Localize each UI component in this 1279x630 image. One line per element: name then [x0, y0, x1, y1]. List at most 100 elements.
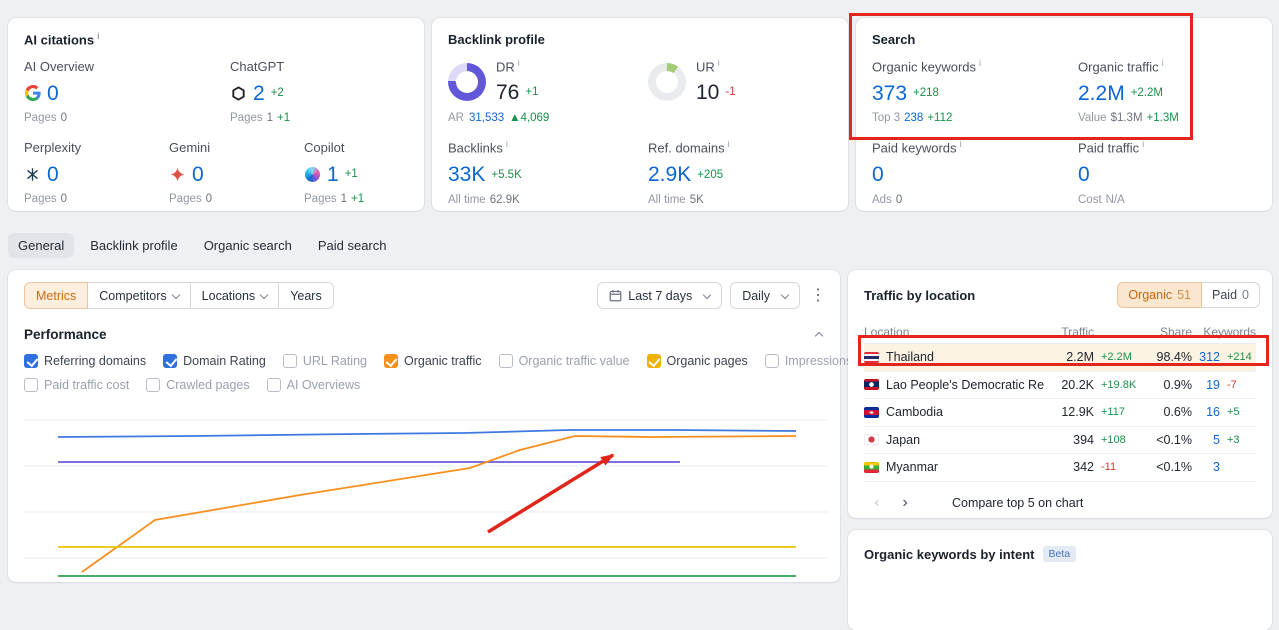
ai-citations-card: AI citations AI Overview 0 Pages0 ChatGP… — [8, 18, 424, 211]
table-row-laos[interactable]: Lao People's Democratic Reput 20.2K +19.… — [864, 372, 1256, 399]
ref-domains-value[interactable]: 2.9K — [648, 163, 691, 186]
keywords-value[interactable]: 5 — [1192, 433, 1220, 447]
table-row-myanmar[interactable]: Myanmar 342 -11 <0.1% 3 — [864, 454, 1256, 482]
performance-metric[interactable]: Referring domains — [24, 354, 146, 368]
perplexity-count[interactable]: 0 — [47, 163, 59, 186]
organic-traffic-value[interactable]: 2.2M — [1078, 82, 1125, 105]
paid-traffic-value[interactable]: 0 — [1078, 163, 1090, 186]
info-icon[interactable] — [506, 140, 508, 149]
stat-paid-keywords: Paid keywords 0 Ads0 — [872, 140, 1078, 206]
info-icon[interactable] — [728, 140, 730, 149]
compare-top5-link[interactable]: Compare top 5 on chart — [952, 496, 1083, 510]
keywords-value[interactable]: 312 — [1192, 350, 1220, 364]
info-icon[interactable] — [979, 59, 981, 68]
annotation-arrow-icon — [487, 453, 615, 534]
change-badge: +1 — [525, 86, 539, 99]
ai-overview-count[interactable]: 0 — [47, 82, 59, 105]
ur-value[interactable]: 10 — [696, 81, 719, 104]
metric-label: Domain Rating — [183, 354, 266, 368]
traffic-value: 20.2K — [1061, 377, 1094, 392]
chatgpt-count[interactable]: 2 — [253, 82, 265, 105]
years-button[interactable]: Years — [278, 282, 334, 309]
metric-label: Referring domains — [44, 354, 147, 368]
keywords-value[interactable]: 19 — [1192, 378, 1220, 392]
backlinks-value[interactable]: 33K — [448, 163, 485, 186]
prev-page-icon[interactable]: ‹ — [864, 491, 890, 515]
organic-paid-toggle: Organic 51 Paid 0 — [1117, 282, 1260, 308]
performance-metric[interactable]: Paid traffic cost — [24, 378, 129, 392]
stat-label: Copilot — [304, 140, 345, 156]
backlink-profile-card: Backlink profile DR 76 +1 AR 31,533 ▲4,0… — [432, 18, 848, 211]
performance-metric[interactable]: Impressions — [764, 354, 852, 368]
change-badge: +2.2M — [1130, 87, 1163, 100]
info-icon[interactable] — [97, 32, 100, 41]
date-range-dropdown[interactable]: Last 7 days — [597, 282, 723, 309]
checkbox-icon — [266, 378, 281, 392]
stat-label: Backlinks — [448, 140, 648, 156]
tab-organic-search[interactable]: Organic search — [194, 233, 302, 258]
organic-keywords-value[interactable]: 373 — [872, 82, 907, 105]
stat-label: Organic keywords — [872, 59, 1078, 74]
stat-url-rating: UR 10 -1 — [648, 59, 832, 124]
performance-metric[interactable]: AI Overviews — [266, 378, 360, 392]
chevron-down-icon — [780, 290, 790, 299]
change-badge: +5.5K — [491, 168, 522, 181]
toggle-paid[interactable]: Paid 0 — [1201, 282, 1260, 308]
keywords-value[interactable]: 3 — [1192, 460, 1220, 474]
gemini-icon — [169, 166, 186, 183]
collapse-chevron-icon[interactable] — [814, 331, 824, 340]
paid-keywords-value[interactable]: 0 — [872, 163, 884, 186]
top3-line: Top 3 238 +112 — [872, 112, 953, 125]
copilot-count[interactable]: 1 — [327, 163, 339, 186]
traffic-change: +2.2M — [1101, 351, 1132, 364]
info-icon[interactable] — [1162, 59, 1164, 68]
chevron-down-icon — [171, 290, 180, 299]
column-keywords: Keywords — [1203, 324, 1256, 339]
top3-value[interactable]: 238 — [904, 112, 923, 124]
stat-label: Paid keywords — [872, 140, 1078, 156]
performance-metric[interactable]: Organic traffic value — [498, 354, 630, 368]
beta-badge: Beta — [1042, 546, 1077, 562]
keywords-change: +3 — [1227, 433, 1240, 446]
table-row-cambodia[interactable]: Cambodia 12.9K +117 0.6% 16 +5 — [864, 399, 1256, 427]
checkbox-icon — [383, 354, 398, 368]
kebab-menu-icon[interactable]: ⋮ — [810, 287, 826, 304]
keywords-change: +5 — [1227, 406, 1240, 419]
table-row-japan[interactable]: Japan 394 +108 <0.1% 5 +3 — [864, 427, 1256, 454]
ar-value[interactable]: 31,533 — [469, 112, 504, 124]
performance-metric[interactable]: Organic traffic — [383, 354, 482, 368]
table-row-thailand[interactable]: Thailand 2.2M +2.2M 98.4% 312 +214 — [864, 344, 1256, 372]
location-name: Japan — [886, 432, 921, 447]
traffic-change: -11 — [1101, 461, 1117, 474]
tab-backlink-profile[interactable]: Backlink profile — [80, 233, 187, 258]
gemini-count[interactable]: 0 — [192, 163, 204, 186]
stat-label: UR — [696, 59, 736, 74]
checkbox-icon — [146, 378, 161, 392]
next-page-icon[interactable]: › — [892, 491, 918, 515]
metrics-button[interactable]: Metrics — [24, 282, 89, 309]
performance-metric[interactable]: URL Rating — [282, 354, 367, 368]
report-tabs: General Backlink profile Organic search … — [8, 233, 397, 258]
calendar-icon — [609, 289, 622, 302]
traffic-value: 342 — [1073, 460, 1094, 475]
performance-metric[interactable]: Organic pages — [646, 354, 748, 368]
table-footer: ‹ › Compare top 5 on chart — [848, 482, 1272, 524]
toggle-organic[interactable]: Organic 51 — [1117, 282, 1203, 308]
info-icon[interactable] — [960, 140, 962, 149]
info-icon[interactable] — [1142, 140, 1144, 149]
info-icon[interactable] — [718, 59, 720, 68]
info-icon[interactable] — [518, 59, 520, 68]
performance-metric[interactable]: Crawled pages — [146, 378, 250, 392]
locations-dropdown[interactable]: Locations — [189, 282, 280, 309]
checkbox-icon — [24, 354, 38, 368]
granularity-dropdown[interactable]: Daily — [730, 282, 800, 309]
competitors-dropdown[interactable]: Competitors — [87, 282, 191, 309]
dr-value[interactable]: 76 — [496, 81, 519, 104]
tab-paid-search[interactable]: Paid search — [308, 233, 397, 258]
traffic-change: +108 — [1101, 433, 1126, 446]
performance-header: Performance — [8, 327, 840, 342]
tab-general[interactable]: General — [8, 233, 75, 258]
performance-metric[interactable]: Domain Rating — [163, 354, 266, 368]
keywords-value[interactable]: 16 — [1192, 405, 1220, 419]
cambodia-flag — [864, 406, 879, 418]
